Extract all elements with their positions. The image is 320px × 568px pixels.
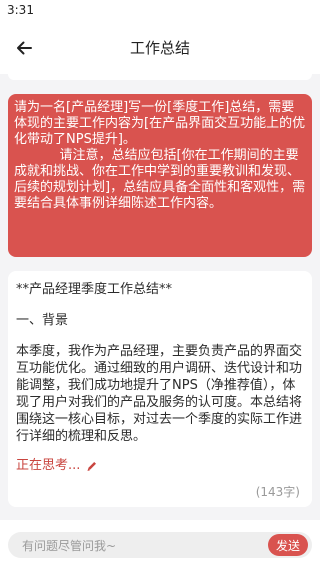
pencil-icon: [86, 460, 98, 472]
status-bar: 3:31: [0, 0, 320, 22]
answer-title: **产品经理季度工作总结**: [16, 282, 173, 297]
thinking-status: 正在思考...: [16, 457, 304, 474]
question-input[interactable]: 有问题尽管问我~ 发送: [8, 532, 312, 558]
answer-body: 本季度，我作为产品经理，主要负责产品的界面交互功能优化。通过细致的用户调研、迭代…: [16, 344, 303, 444]
prompt-bubble: 请为一名[产品经理]写一份[季度工作]总结，需要体现的主要工作内容为[在产品界面…: [8, 94, 312, 257]
previous-message-card: [8, 74, 312, 80]
thinking-label: 正在思考...: [16, 458, 81, 473]
answer-card: **产品经理季度工作总结** 一、背景 本季度，我作为产品经理，主要负责产品的界…: [8, 271, 312, 507]
app-header: 工作总结: [0, 22, 320, 74]
input-bar: 有问题尽管问我~ 发送: [0, 520, 320, 568]
input-placeholder: 有问题尽管问我~: [22, 539, 117, 553]
prompt-paragraph-1: 请为一名[产品经理]写一份[季度工作]总结，需要体现的主要工作内容为[在产品界面…: [14, 100, 306, 147]
answer-section-heading: 一、背景: [16, 313, 69, 328]
prompt-paragraph-2: 请注意，总结应包括[你在工作期间的主要成就和挑战、你在工作中学到的重要教训和发现…: [14, 148, 306, 211]
page-title: 工作总结: [129, 39, 190, 57]
send-button[interactable]: 发送: [268, 534, 308, 556]
char-count: (143字): [255, 485, 300, 499]
status-time: 3:31: [7, 3, 34, 17]
